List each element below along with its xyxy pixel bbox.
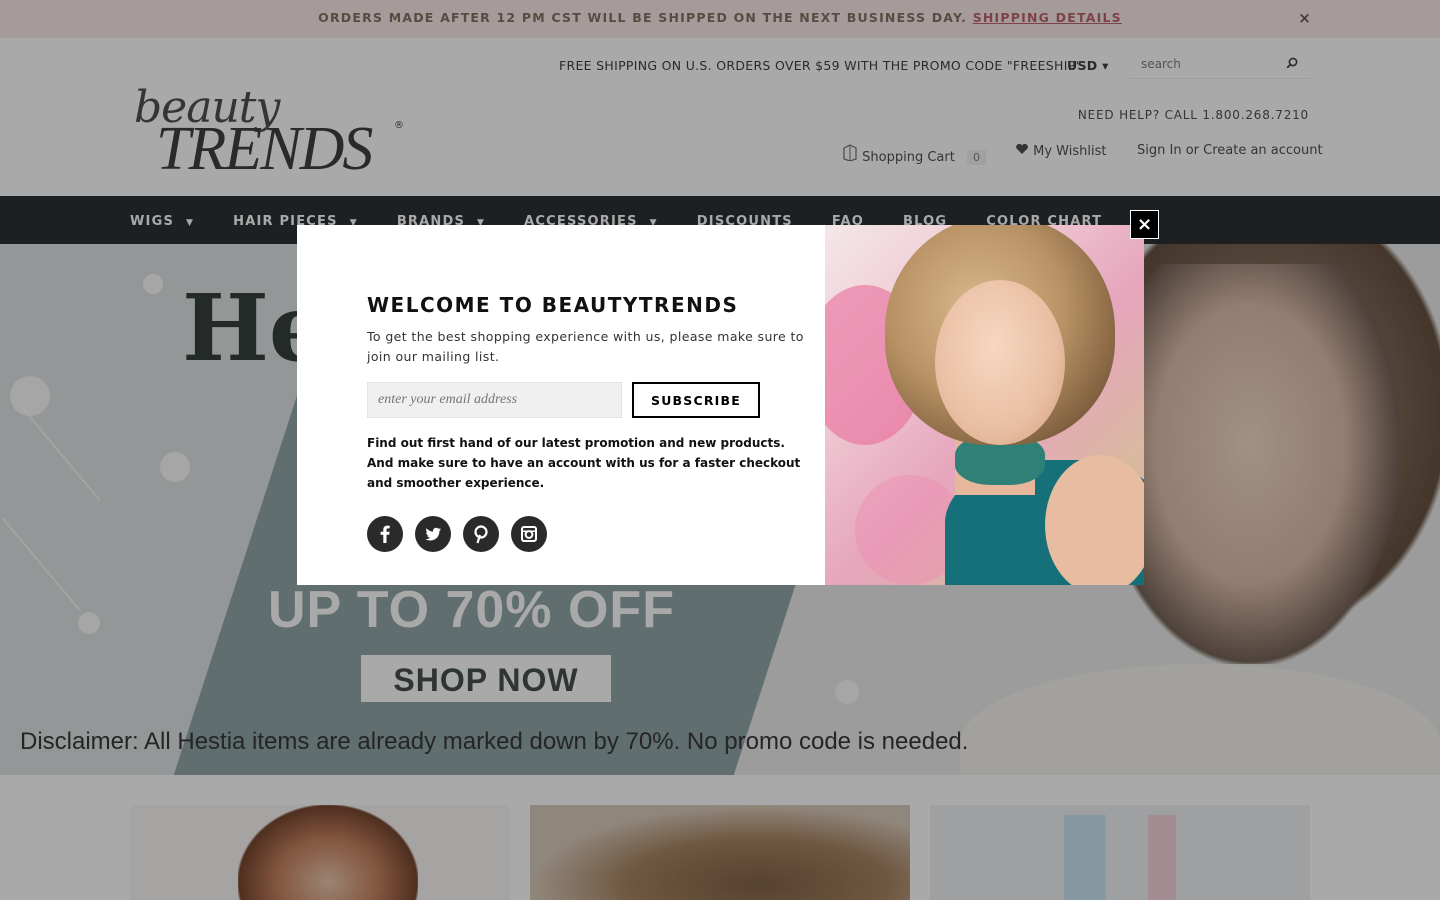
- pinterest-icon[interactable]: [463, 516, 499, 552]
- page: ORDERS MADE AFTER 12 PM CST WILL BE SHIP…: [0, 0, 1440, 900]
- newsletter-modal: WELCOME TO BEAUTYTRENDS To get the best …: [297, 225, 1144, 585]
- modal-close-button[interactable]: ×: [1130, 210, 1159, 239]
- subscribe-button[interactable]: SUBSCRIBE: [632, 382, 760, 418]
- instagram-icon[interactable]: [511, 516, 547, 552]
- photo-face: [935, 280, 1065, 445]
- facebook-icon[interactable]: [367, 516, 403, 552]
- modal-intro: To get the best shopping experience with…: [367, 329, 804, 364]
- twitter-icon[interactable]: [415, 516, 451, 552]
- modal-promo-text: Find out first hand of our latest promot…: [367, 436, 801, 490]
- modal-model-photo: [825, 225, 1144, 585]
- social-links: [367, 516, 559, 552]
- email-field[interactable]: [367, 382, 622, 418]
- modal-title: WELCOME TO BEAUTYTRENDS: [367, 293, 739, 317]
